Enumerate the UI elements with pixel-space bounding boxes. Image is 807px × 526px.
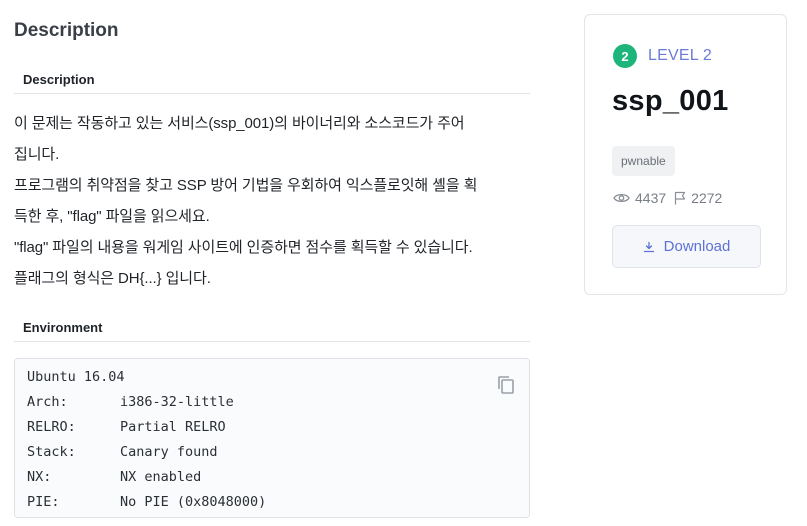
description-line: 이 문제는 작동하고 있는 서비스(ssp_001)의 바이너리와 소스코드가 … [14, 115, 465, 132]
environment-row: Ubuntu 16.04 [27, 365, 517, 390]
flag-icon [675, 191, 686, 205]
level-badge: 2 [613, 44, 637, 68]
description-line: 프로그램의 취약점을 찾고 SSP 방어 기법을 우회하여 익스플로잇해 셸을 … [14, 177, 478, 194]
environment-code-block: Ubuntu 16.04 Arch: i386-32-little RELRO: P… [14, 358, 530, 518]
environment-key: Stack: [27, 444, 76, 460]
description-heading: Description [14, 66, 530, 94]
section-title: Description [14, 20, 119, 41]
solves-count: 2272 [691, 190, 723, 206]
environment-key: NX: [27, 469, 52, 485]
environment-value: Partial RELRO [120, 419, 226, 435]
environment-key: PIE: [27, 494, 60, 510]
copy-icon[interactable] [497, 375, 515, 395]
solves-stat: 2272 [674, 190, 722, 206]
description-line: 득한 후, "flag" 파일을 읽으세요. [14, 208, 210, 225]
environment-value: NX enabled [120, 469, 202, 485]
environment-key: Ubuntu 16.04 [27, 369, 125, 385]
challenge-main: Description Description 이 문제는 작동하고 있는 서비… [14, 0, 530, 518]
description-line: 집니다. [14, 146, 60, 163]
environment-heading: Environment [14, 314, 530, 342]
challenge-title: ssp_001 [612, 85, 729, 117]
download-button[interactable]: Download [612, 225, 761, 268]
environment-row: RELRO: Partial RELRO [27, 415, 517, 440]
environment-row: NX: NX enabled [27, 465, 517, 490]
download-icon [643, 241, 654, 252]
views-stat: 4437 [613, 190, 666, 206]
category-tag[interactable]: pwnable [612, 146, 675, 176]
level-indicator: 2 LEVEL 2 [613, 44, 712, 68]
description-line: 플래그의 형식은 DH{...} 입니다. [14, 270, 211, 287]
environment-row: PIE: No PIE (0x8048000) [27, 490, 517, 515]
environment-row: Stack: Canary found [27, 440, 517, 465]
environment-value: i386-32-little [120, 394, 234, 410]
eye-icon [613, 193, 630, 203]
description-line: "flag" 파일의 내용을 워게임 사이트에 인증하면 점수를 획득할 수 있… [14, 239, 473, 256]
environment-row: Arch: i386-32-little [27, 390, 517, 415]
environment-key: Arch: [27, 394, 68, 410]
download-label: Download [663, 238, 731, 255]
challenge-stats: 4437 2272 [613, 190, 722, 206]
environment-value: No PIE (0x8048000) [120, 494, 267, 510]
description-text: 이 문제는 작동하고 있는 서비스(ssp_001)의 바이너리와 소스코드가 … [14, 108, 530, 294]
environment-value: Canary found [120, 444, 218, 460]
environment-key: RELRO: [27, 419, 76, 435]
views-count: 4437 [635, 190, 667, 206]
level-label: LEVEL 2 [648, 47, 712, 64]
challenge-info-card: 2 LEVEL 2 ssp_001 pwnable 4437 2272 Down… [584, 14, 787, 295]
